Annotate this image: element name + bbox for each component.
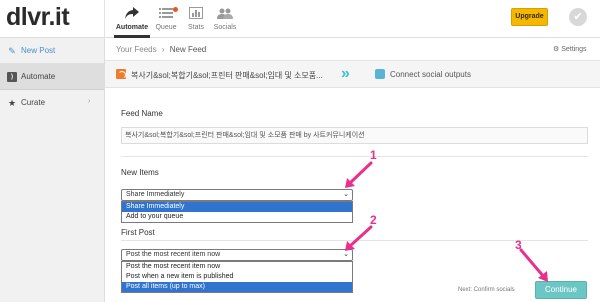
annotation-overlay	[345, 161, 548, 282]
annotation-arrow-1	[348, 161, 373, 185]
annotation-arrow-3	[519, 248, 546, 279]
annotation-arrow-2	[348, 225, 373, 248]
callout-number-1: 1	[370, 148, 377, 162]
callout-number-2: 2	[370, 213, 377, 227]
callout-number-3: 3	[515, 238, 522, 252]
